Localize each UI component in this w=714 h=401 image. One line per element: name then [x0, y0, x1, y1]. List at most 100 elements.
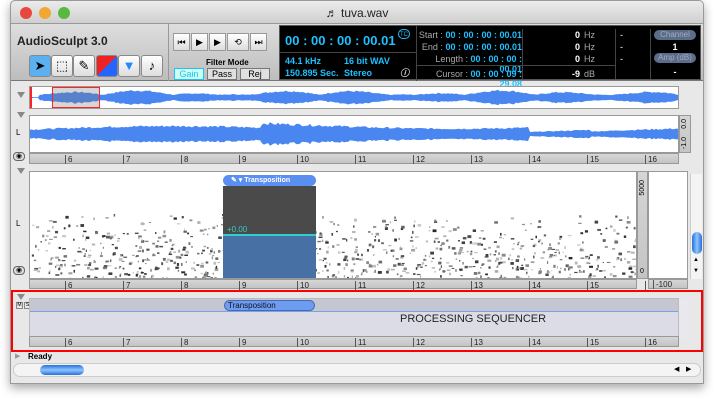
spectrogram-bin	[589, 254, 593, 256]
scroll-up-icon[interactable]: ▲	[693, 257, 699, 263]
scroll-down-icon[interactable]: ▼	[693, 268, 699, 274]
info-icon[interactable]: ⓘ	[400, 66, 409, 79]
spectrogram-view[interactable]: +0.00 ✎ ▾ Transposition	[29, 171, 637, 279]
pencil-icon[interactable]: ✎	[73, 55, 95, 77]
play-selection-icon[interactable]: ▶	[209, 33, 226, 51]
spectrogram-bin	[579, 215, 582, 218]
status-text: Ready	[28, 352, 53, 361]
spectrogram-bin	[438, 269, 441, 271]
loop-icon[interactable]: ⟲	[227, 33, 249, 51]
spectrogram-bin	[319, 248, 322, 250]
time-ruler[interactable]: 678910111213141516	[29, 279, 657, 290]
ruler-tick: 11	[355, 281, 366, 290]
spectrogram-bin	[116, 240, 120, 242]
spectrogram-bin	[498, 252, 500, 256]
color-icon[interactable]	[96, 55, 118, 77]
tc-button[interactable]: TC	[398, 29, 410, 39]
time-ruler[interactable]: 678910111213141516	[29, 153, 679, 164]
spectrogram-bin	[439, 247, 443, 251]
eye-icon[interactable]: ◉	[13, 152, 25, 161]
spectrogram-bin	[86, 275, 91, 278]
spectrogram-bin	[367, 231, 371, 233]
collapse-sequencer-icon[interactable]	[17, 294, 25, 300]
view-region[interactable]	[52, 87, 100, 108]
spectrogram-bin	[48, 262, 53, 265]
spectrogram-bin	[318, 259, 322, 261]
panel-row: End : 00 : 00 : 00 : 00.01	[418, 42, 522, 52]
spectrogram-bin	[470, 250, 473, 253]
spectrogram-bin	[446, 239, 449, 242]
note-icon[interactable]: ♪	[141, 55, 163, 77]
spectrogram-bin	[166, 267, 170, 271]
spectrogram-bin	[110, 259, 112, 262]
transposition-block[interactable]: Transposition	[224, 300, 315, 311]
spectrogram-bin	[489, 253, 492, 256]
arrow-icon[interactable]: ➤	[29, 55, 51, 77]
collapse-spectrogram-icon[interactable]	[17, 168, 25, 174]
spectrogram-bin	[375, 232, 380, 236]
spectrogram-bin	[359, 258, 362, 261]
time-display: 00 : 00 : 00 : 00.01	[285, 33, 396, 48]
sequencer-lane[interactable]: Transposition PROCESSING SEQUENCER	[29, 298, 679, 339]
spectrogram-bin	[60, 271, 62, 274]
collapse-waveform-icon[interactable]	[17, 112, 25, 118]
spectrogram-bin	[403, 267, 407, 270]
eye-icon[interactable]: ◉	[13, 266, 25, 275]
time-ruler[interactable]: 678910111213141516	[29, 336, 679, 347]
spectrogram-bin	[509, 254, 511, 257]
filter-icon[interactable]: ▼	[118, 55, 140, 77]
spectrogram-bin	[322, 215, 324, 219]
skip-start-icon[interactable]: ⏮	[173, 33, 190, 51]
spectrogram-bin	[173, 217, 177, 220]
marquee-icon[interactable]: ⬚	[51, 55, 73, 77]
spectrogram-bin	[62, 235, 67, 238]
scroll-left-icon[interactable]: ◀	[674, 365, 679, 373]
amp-button[interactable]: Amp (dB)	[654, 53, 696, 63]
channel-button[interactable]: Channel	[654, 30, 696, 40]
playhead[interactable]	[30, 87, 32, 108]
spectrogram-bin	[37, 270, 41, 273]
spectrogram-bin	[494, 270, 499, 273]
spectrogram-bin	[508, 257, 510, 261]
horizontal-scrollbar[interactable]: ◀ ▶	[13, 363, 701, 377]
filter-pass-button[interactable]: Pass	[207, 68, 237, 80]
spectrogram-bin	[102, 235, 106, 238]
mute-button[interactable]: M	[16, 302, 23, 309]
overview-waveform[interactable]	[29, 86, 679, 109]
spectrogram-bin	[345, 238, 348, 242]
spectrogram-bin	[47, 230, 51, 232]
spectrogram-bin	[462, 262, 464, 265]
waveform-view[interactable]	[29, 115, 679, 153]
spectrogram-bin	[65, 215, 69, 219]
spectrogram-bin	[553, 264, 556, 268]
row-extra: -	[620, 54, 623, 64]
skip-end-icon[interactable]: ⏭	[250, 33, 267, 51]
play-icon[interactable]: ▶	[191, 33, 208, 51]
transposition-line[interactable]	[223, 234, 316, 236]
scroll-right-icon[interactable]: ▶	[686, 365, 691, 373]
filter-rej-button[interactable]: Rej	[240, 68, 270, 80]
spectrogram-bin	[42, 234, 45, 238]
spectrogram-bin	[592, 275, 596, 277]
h-scroll-thumb[interactable]	[40, 365, 84, 375]
spectrogram-bin	[99, 255, 103, 258]
spectrogram-bin	[215, 265, 218, 269]
spectrogram-bin	[503, 233, 507, 236]
expand-status-icon[interactable]: ▶	[15, 352, 20, 360]
transposition-tool-header[interactable]: ✎ ▾ Transposition	[223, 175, 316, 186]
transposition-region[interactable]: +0.00	[223, 186, 316, 278]
collapse-overview-icon[interactable]	[17, 92, 25, 98]
channels: Stereo	[344, 68, 373, 78]
spectrogram-bin	[459, 260, 461, 262]
filter-gain-button[interactable]: Gain	[174, 68, 204, 80]
spectrogram-bin	[415, 267, 418, 270]
spectrogram-bin	[414, 220, 416, 223]
spectrogram-bin	[62, 247, 66, 250]
spectrogram-bin	[71, 265, 76, 267]
scroll-thumb[interactable]	[692, 232, 702, 254]
spectrogram-bin	[176, 263, 180, 266]
panel-row: Start : 00 : 00 : 00 : 00.01	[418, 30, 522, 40]
vertical-scrollbar[interactable]: ▲ ▼	[690, 174, 702, 279]
spectrogram-bin	[538, 270, 542, 274]
spectrogram-bin	[616, 258, 618, 261]
